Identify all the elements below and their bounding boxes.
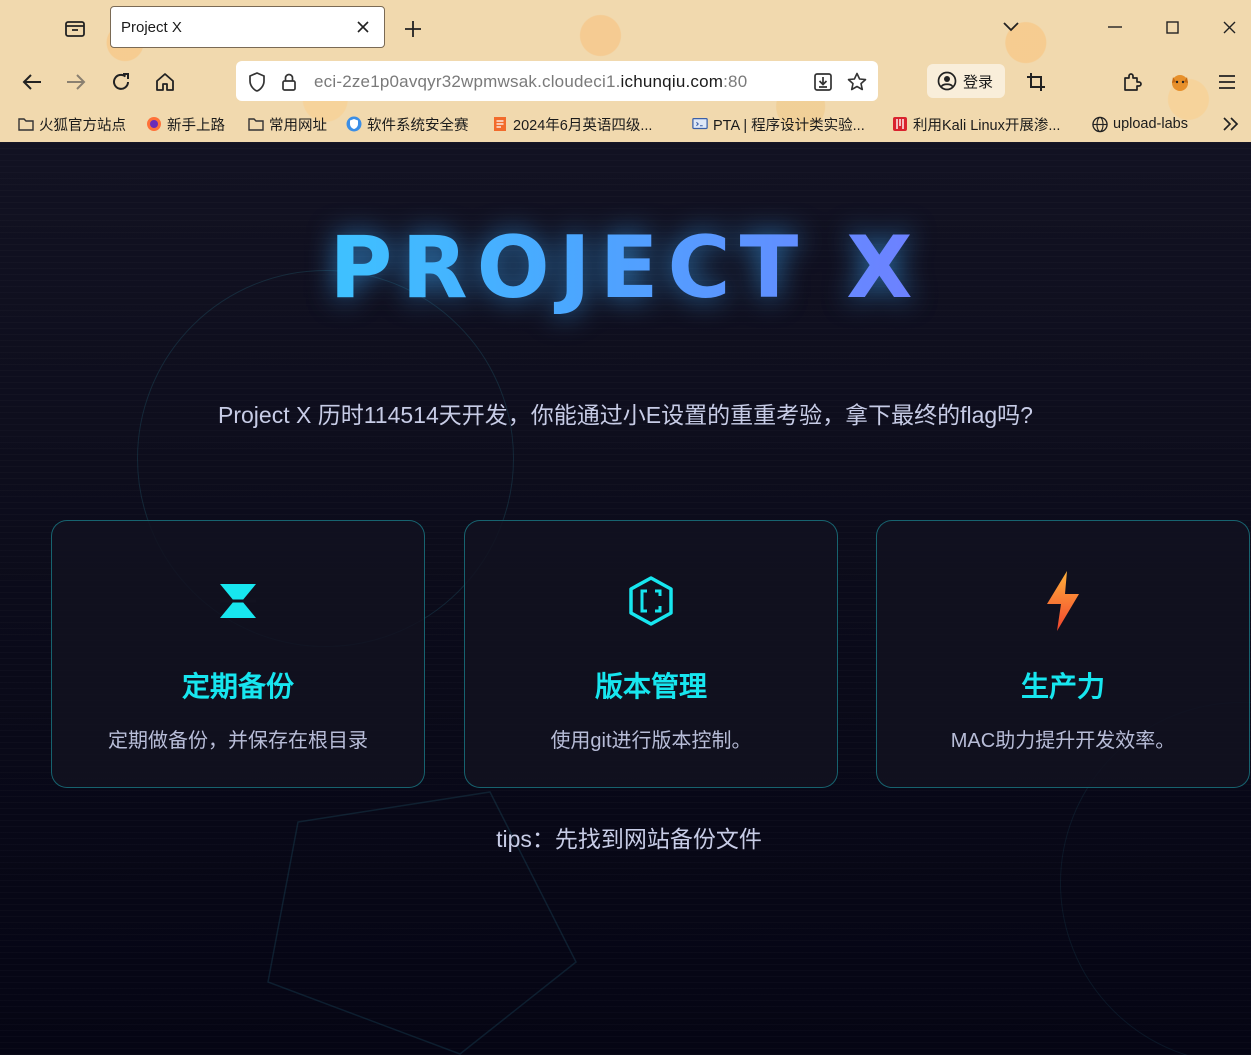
card-title: 生产力 [1020, 671, 1105, 702]
shield-icon [346, 116, 362, 132]
folder-icon [248, 116, 264, 132]
fox-extension-icon [1172, 75, 1188, 91]
more-bookmarks-button[interactable] [1222, 113, 1240, 135]
globe-icon [1092, 116, 1108, 132]
bookmark-star-icon[interactable] [846, 71, 868, 93]
window-close-button[interactable] [1214, 14, 1244, 40]
bookmark-item[interactable]: PTA | 程序设计类实验... [692, 113, 865, 135]
browser-chrome: Project X eci-2ze1p0avqyr32wpmwsak.cloud… [0, 0, 1251, 143]
minimize-button[interactable] [1100, 14, 1130, 40]
extension-fox-button[interactable] [1166, 68, 1194, 96]
minimize-icon [1108, 26, 1122, 28]
arrow-right-icon [67, 74, 86, 90]
list-all-tabs-button[interactable] [996, 14, 1026, 40]
plus-icon [405, 21, 421, 37]
feature-card-productivity: 生产力 MAC助力提升开发效率。 [876, 520, 1250, 788]
bookmarks-toolbar: 火狐官方站点 新手上路 常用网址 软件系统安全赛 2024年6月英语四级... … [0, 110, 1251, 138]
puzzle-icon [1124, 73, 1142, 91]
card-description: MAC助力提升开发效率。 [950, 730, 1176, 752]
bookmark-label: upload-labs [1113, 116, 1188, 132]
url-domain: ichunqiu.com [620, 72, 724, 91]
bookmark-item[interactable]: 新手上路 [146, 113, 225, 135]
bookmark-label: PTA | 程序设计类实验... [713, 117, 865, 134]
account-icon [937, 71, 957, 91]
forward-button[interactable] [62, 68, 90, 96]
bookmark-item[interactable]: 软件系统安全赛 [346, 113, 469, 135]
login-label: 登录 [963, 73, 994, 91]
double-chevron-right-icon [1223, 117, 1239, 131]
hamburger-menu-icon [1219, 75, 1235, 89]
home-button[interactable] [151, 68, 179, 96]
pta-icon [692, 116, 708, 132]
bookmark-label: 2024年6月英语四级... [513, 117, 653, 134]
tab-title: Project X [121, 18, 182, 36]
home-icon [156, 73, 174, 91]
page-subtitle: Project X 历时114514天开发，你能通过小E设置的重重考验，拿下最终… [218, 402, 1033, 428]
bookmark-item[interactable]: 利用Kali Linux开展渗... [892, 113, 1060, 135]
card-description: 使用git进行版本控制。 [550, 730, 752, 752]
maximize-button[interactable] [1157, 14, 1187, 40]
url-text: eci-2ze1p0avqyr32wpmwsak.cloudeci1.ichun… [314, 72, 747, 92]
hourglass-icon [52, 571, 424, 631]
app-menu-button[interactable] [1213, 68, 1241, 96]
bookmark-label: 火狐官方站点 [39, 117, 126, 134]
card-description: 定期做备份，并保存在根目录 [108, 730, 368, 752]
navigation-toolbar: eci-2ze1p0avqyr32wpmwsak.cloudeci1.ichun… [0, 58, 1251, 106]
lock-icon[interactable] [278, 71, 300, 93]
tips-text: tips：先找到网站备份文件 [496, 826, 762, 852]
crop-tool-button[interactable] [1022, 68, 1050, 96]
account-login-button[interactable]: 登录 [927, 64, 1005, 98]
doc-icon [492, 116, 508, 132]
page-title: PROJECT X [0, 218, 1251, 318]
bookmark-item[interactable]: upload-labs [1092, 113, 1188, 135]
tab-active[interactable]: Project X [110, 6, 385, 48]
chevron-down-icon [1003, 22, 1019, 32]
bookmark-item[interactable]: 火狐官方站点 [18, 113, 126, 135]
url-host-prefix: eci-2ze1p0avqyr32wpmwsak.cloudeci1. [314, 72, 621, 91]
maximize-icon [1165, 20, 1179, 34]
url-port: :80 [723, 72, 748, 91]
bookmark-label: 常用网址 [269, 117, 327, 134]
kali-icon [892, 116, 908, 132]
url-bar[interactable]: eci-2ze1p0avqyr32wpmwsak.cloudeci1.ichun… [236, 61, 878, 101]
web-page: PROJECT X Project X 历时114514天开发，你能通过小E设置… [0, 142, 1251, 1055]
feature-card-backup: 定期备份 定期做备份，并保存在根目录 [51, 520, 425, 788]
bookmark-label: 软件系统安全赛 [367, 117, 469, 134]
bookmark-item[interactable]: 2024年6月英语四级... [492, 113, 652, 135]
bookmark-item[interactable]: 常用网址 [248, 113, 327, 135]
crop-icon [1027, 73, 1045, 91]
folder-icon [18, 116, 34, 132]
feature-card-version: 版本管理 使用git进行版本控制。 [464, 520, 838, 788]
code-hexagon-icon [465, 571, 837, 631]
tab-list-icon [65, 21, 85, 37]
close-icon [1223, 21, 1235, 33]
tab-bar: Project X [0, 0, 1251, 56]
lightning-icon [877, 571, 1249, 631]
tab-close-button[interactable] [350, 14, 376, 40]
back-button[interactable] [18, 68, 46, 96]
extensions-button[interactable] [1118, 68, 1146, 96]
close-icon [357, 21, 369, 33]
reload-icon [113, 73, 129, 90]
bookmark-label: 新手上路 [167, 117, 225, 134]
bookmark-label: 利用Kali Linux开展渗... [913, 117, 1061, 134]
card-title: 定期备份 [181, 671, 294, 702]
download-page-icon[interactable] [812, 71, 834, 93]
firefox-icon [146, 116, 162, 132]
reload-button[interactable] [107, 68, 135, 96]
shield-icon[interactable] [246, 71, 268, 93]
arrow-left-icon [22, 74, 41, 90]
card-title: 版本管理 [594, 671, 707, 702]
new-tab-button[interactable] [400, 16, 426, 42]
tab-list-button[interactable] [62, 16, 88, 40]
